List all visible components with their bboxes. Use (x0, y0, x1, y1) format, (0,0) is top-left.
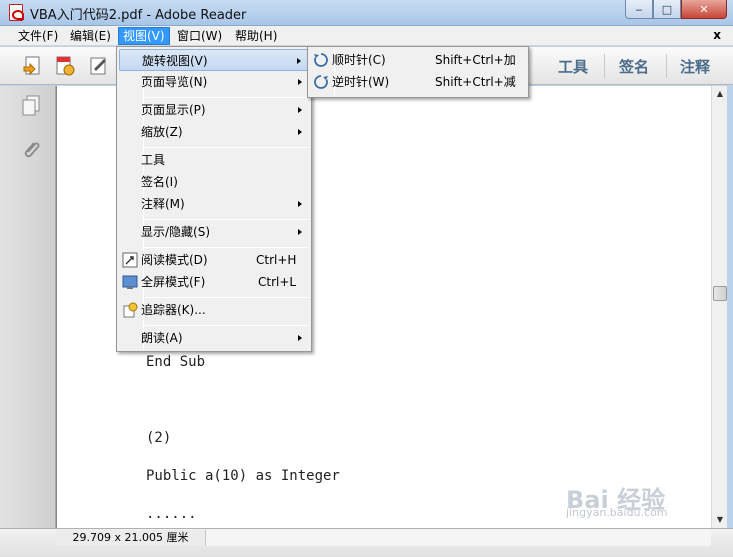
navigation-pane (0, 86, 56, 528)
view-menu-item-show-hide[interactable]: 显示/隐藏(S) (119, 221, 309, 243)
submenu-arrow-icon (298, 107, 302, 113)
menu-bar: 文件(F) 编辑(E) 视图(V) 窗口(W) 帮助(H) x (0, 26, 733, 46)
rotate-clockwise-item[interactable]: 顺时针(C) Shift+Ctrl+加 (310, 49, 526, 71)
doc-text-line: End Sub (146, 354, 206, 370)
tab-divider (666, 54, 667, 78)
doc-text-line: Public a(10) as Integer (146, 468, 340, 484)
menu-item-shortcut: Ctrl+L (258, 275, 297, 289)
menu-item-label: 缩放(Z) (141, 125, 183, 139)
submenu-arrow-icon (298, 335, 302, 341)
pages-icon[interactable] (20, 94, 42, 118)
menu-item-label: 顺时针(C) (332, 53, 386, 67)
title-bar: VBA入门代码2.pdf - Adobe Reader ‒ □ ✕ (0, 0, 733, 26)
menu-item-label: 显示/隐藏(S) (141, 225, 211, 239)
menu-item-label: 页面显示(P) (141, 103, 206, 117)
view-menu-item-comment[interactable]: 注释(M) (119, 193, 309, 215)
maximize-button[interactable]: □ (653, 0, 681, 19)
scroll-up-arrow-icon[interactable]: ▲ (712, 86, 728, 102)
menu-view[interactable]: 视图(V) (118, 27, 170, 45)
view-menu-item-rotate[interactable]: 旋转视图(V) (119, 49, 309, 71)
vertical-scrollbar[interactable]: ▲ ▼ (711, 86, 727, 528)
menu-separator (145, 325, 309, 326)
scroll-thumb[interactable] (713, 286, 727, 301)
pdf-app-icon (9, 4, 24, 21)
menu-item-label: 签名(I) (141, 175, 178, 189)
menu-item-shortcut: Ctrl+H (256, 253, 297, 267)
menu-item-shortcut: Shift+Ctrl+减 (435, 75, 516, 89)
menu-item-label: 页面导览(N) (141, 75, 208, 89)
read-mode-icon (122, 252, 138, 268)
minimize-button[interactable]: ‒ (625, 0, 653, 19)
view-menu-item-tracker[interactable]: 追踪器(K)... (119, 299, 309, 321)
menu-item-label: 全屏模式(F) (141, 275, 206, 289)
menu-item-label: 旋转视图(V) (142, 54, 208, 68)
sign-icon[interactable] (88, 55, 110, 77)
attachment-paperclip-icon[interactable] (20, 138, 42, 162)
tab-divider (604, 54, 605, 78)
menu-separator (145, 219, 309, 220)
tools-gear-icon[interactable] (54, 55, 76, 77)
fullscreen-icon (122, 275, 138, 289)
menu-separator (145, 147, 309, 148)
horizontal-scrollbar[interactable] (206, 530, 711, 546)
view-menu-item-fullscreen[interactable]: 全屏模式(F) Ctrl+L (119, 271, 309, 293)
menu-help[interactable]: 帮助(H) (231, 27, 281, 45)
menu-file[interactable]: 文件(F) (14, 27, 62, 45)
menu-item-label: 注释(M) (141, 197, 185, 211)
rotate-counterclockwise-item[interactable]: 逆时针(W) Shift+Ctrl+减 (310, 71, 526, 93)
submenu-arrow-icon (297, 58, 301, 64)
menu-item-shortcut: Shift+Ctrl+加 (435, 53, 516, 67)
view-menu-item-read-out-loud[interactable]: 朗读(A) (119, 327, 309, 349)
window-title: VBA入门代码2.pdf - Adobe Reader (30, 8, 247, 23)
view-menu-item-read-mode[interactable]: 阅读模式(D) Ctrl+H (119, 249, 309, 271)
rotate-counterclockwise-icon (314, 75, 328, 89)
page-size-readout: 29.709 x 21.005 厘米 (56, 530, 206, 546)
menu-separator (145, 247, 309, 248)
window-controls: ‒ □ ✕ (625, 0, 727, 19)
rotate-clockwise-icon (314, 53, 328, 67)
menu-item-label: 逆时针(W) (332, 75, 390, 89)
tab-tools[interactable]: 工具 (558, 56, 588, 77)
tracker-icon (123, 302, 138, 318)
rotate-submenu: 顺时针(C) Shift+Ctrl+加 逆时针(W) Shift+Ctrl+减 (307, 46, 529, 98)
tab-comment[interactable]: 注释 (680, 56, 710, 77)
close-document-button[interactable]: x (713, 28, 721, 42)
menu-window[interactable]: 窗口(W) (173, 27, 226, 45)
submenu-arrow-icon (298, 79, 302, 85)
view-menu-item-zoom[interactable]: 缩放(Z) (119, 121, 309, 143)
baidu-watermark-url: jingyan.baidu.com (566, 506, 668, 519)
submenu-arrow-icon (298, 129, 302, 135)
scroll-down-arrow-icon[interactable]: ▼ (712, 512, 728, 528)
menu-edit[interactable]: 编辑(E) (66, 27, 115, 45)
tab-sign[interactable]: 签名 (619, 56, 649, 77)
menu-item-label: 阅读模式(D) (141, 253, 208, 267)
view-menu-item-sign[interactable]: 签名(I) (119, 171, 309, 193)
menu-item-label: 朗读(A) (141, 331, 183, 345)
submenu-arrow-icon (298, 201, 302, 207)
view-menu: 旋转视图(V) 页面导览(N) 页面显示(P) 缩放(Z) 工具 签名(I) 注… (116, 46, 312, 352)
menu-separator (145, 297, 309, 298)
view-menu-item-page-navigation[interactable]: 页面导览(N) (119, 71, 309, 93)
doc-text-line: ...... (146, 506, 197, 522)
submenu-arrow-icon (298, 229, 302, 235)
menu-item-label: 追踪器(K)... (141, 303, 206, 317)
status-bar: 29.709 x 21.005 厘米 (0, 528, 733, 557)
view-menu-item-page-display[interactable]: 页面显示(P) (119, 99, 309, 121)
menu-item-label: 工具 (141, 153, 166, 167)
view-menu-item-tools[interactable]: 工具 (119, 149, 309, 171)
menu-separator (145, 97, 309, 98)
doc-text-line: (2) (146, 430, 172, 446)
close-window-button[interactable]: ✕ (681, 0, 727, 19)
create-pdf-icon[interactable] (22, 55, 44, 77)
